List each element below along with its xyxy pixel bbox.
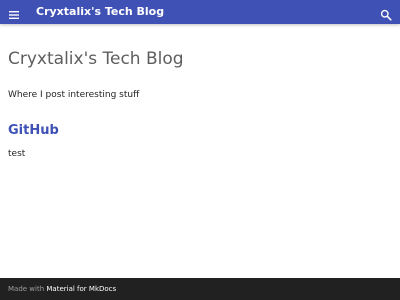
footer-credit: Made with Material for MkDocs [8, 284, 116, 294]
footer-made-with: Made with [8, 285, 45, 293]
site-title[interactable]: Cryxtalix's Tech Blog [36, 4, 164, 20]
search-icon[interactable] [380, 6, 392, 21]
page: Cryxtalix's Tech Blog Cryxtalix's Tech B… [0, 0, 400, 300]
hamburger-menu-icon[interactable] [8, 6, 20, 19]
page-title: Cryxtalix's Tech Blog [8, 49, 184, 69]
material-for-mkdocs-link[interactable]: Material for MkDocs [46, 285, 116, 293]
top-app-bar: Cryxtalix's Tech Blog [0, 0, 400, 24]
section-text: test [8, 149, 26, 159]
tagline: Where I post interesting stuff [8, 90, 140, 100]
footer: Made with Material for MkDocs [0, 278, 400, 300]
section-heading-github: GitHub [8, 123, 59, 138]
